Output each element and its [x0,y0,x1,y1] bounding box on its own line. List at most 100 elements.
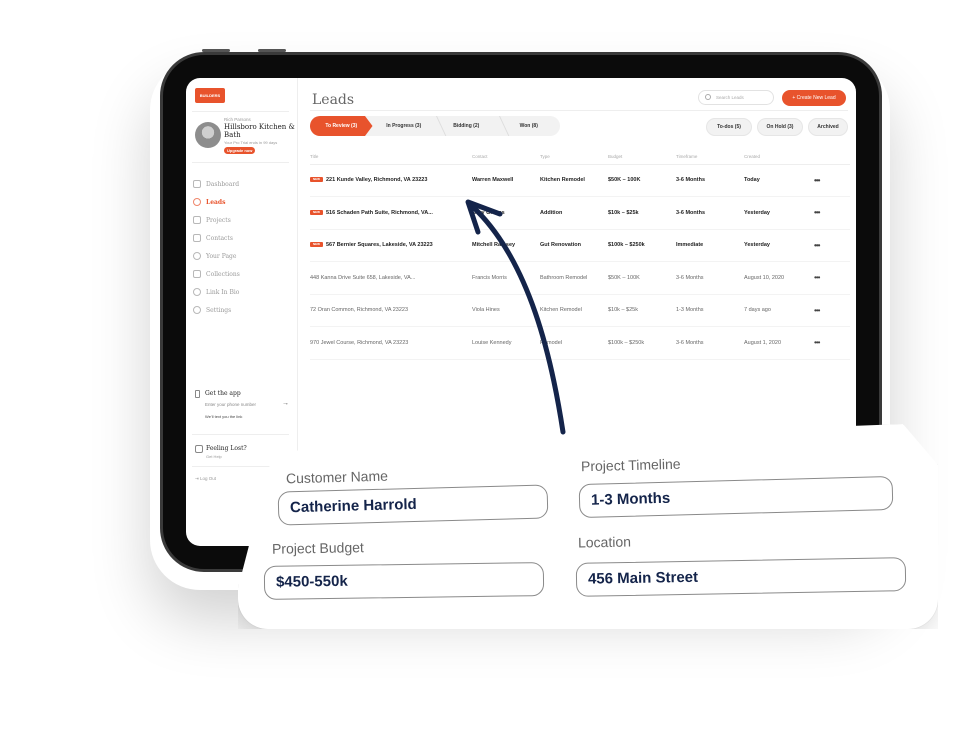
sidebar-item-dashboard[interactable]: Dashboard [193,175,240,193]
cell-budget: $50K – 100K [608,261,676,295]
sidebar-item-settings[interactable]: Settings [193,301,240,319]
divider [192,111,289,112]
column-header-type[interactable]: Type [540,150,608,165]
brand-logo[interactable]: BUILDERS [195,88,225,103]
cell-created: 7 days ago [744,294,814,327]
pipeline-tabs: To Review (3) In Progress (3) Bidding (2… [310,116,560,136]
cell-text: Louise Kennedy [472,339,512,346]
sidebar-item-projects[interactable]: Projects [193,211,240,229]
todos-filter-button[interactable]: To-dos (5) [706,118,752,136]
cell-text: Gary Graves [472,209,505,216]
row-actions: ••• [814,294,850,327]
tab-bidding[interactable]: Bidding (2) [435,116,509,136]
tab-in-progress[interactable]: In Progress (3) [373,116,447,136]
cell-text[interactable]: 516 Schaden Path Suite, Richmond, VA... [326,210,433,216]
get-app-title: Get the app [205,390,241,397]
search-icon [705,94,711,100]
cell-text: Kitchen Remodel [540,307,582,314]
page-title: Leads [312,92,355,108]
phone-number-input[interactable]: Enter your phone number [205,402,256,407]
table-row[interactable]: 448 Kanna Drive Suite 658, Lakeside, VA.… [310,261,850,295]
table-row[interactable]: 72 Oran Common, Richmond, VA 23223 Viola … [310,294,850,327]
table-row[interactable]: 970 Jewel Course, Richmond, VA 23223 Loui… [310,326,850,360]
cell-text[interactable]: 567 Bernier Squares, Lakeside, VA 23223 [326,242,433,248]
project-budget-field[interactable]: $450-550k [263,562,545,600]
column-header-created[interactable]: Created [744,150,814,165]
sidebar-item-contacts[interactable]: Contacts [193,229,240,247]
cell-text: Warren Maxwell [472,177,514,184]
cell-timeframe: 3-6 Months [676,164,744,197]
search-input[interactable]: Search Leads [698,90,774,105]
row-actions: ••• [814,326,850,360]
customer-name-field[interactable]: Catherine Harrold [277,484,549,526]
sidebar-item-label: Your Page [206,252,237,260]
divider [192,434,289,435]
more-options-icon[interactable]: ••• [814,241,820,250]
table-header: Title Contact Type Budget Timeframe Crea… [310,150,850,165]
avatar[interactable] [195,122,221,148]
cell-title: 72 Oran Common, Richmond, VA 23223 [310,294,472,327]
get-help-link[interactable]: Get Help [206,454,222,459]
divider [310,110,848,111]
column-header-budget[interactable]: Budget [608,150,676,165]
get-app-note: We'll text you the link [205,414,243,419]
tab-label: Bidding (2) [453,123,480,129]
upgrade-button[interactable]: Upgrade now [224,147,256,154]
cell-text[interactable]: 448 Kanna Drive Suite 658, Lakeside, VA.… [310,275,415,281]
cell-text: 3-6 Months [676,209,706,216]
column-header-contact[interactable]: Contact [472,150,540,165]
cell-title: NEW 516 Schaden Path Suite, Richmond, VA.… [310,196,472,230]
archived-filter-button[interactable]: Archived [808,118,848,136]
cell-title: NEW 221 Kunde Valley, Richmond, VA 23223 [310,164,472,197]
cell-budget: $100k – $250k [608,326,676,360]
projects-icon [193,216,201,224]
cell-text[interactable]: 72 Oran Common, Richmond, VA 23223 [310,307,408,313]
send-arrow-icon[interactable]: → [282,400,289,407]
cell-text: $50K – 100K [608,274,640,281]
project-timeline-field[interactable]: 1-3 Months [578,475,894,519]
target-icon [193,198,201,206]
cell-type: Bathroom Remodel [540,261,608,295]
logout-button[interactable]: ⇥ Log Out [195,476,216,482]
more-options-icon[interactable]: ••• [814,208,820,217]
cell-type: Gut Renovation [540,229,608,262]
logout-label: Log Out [200,476,217,481]
sidebar-item-label: Leads [206,198,226,206]
more-options-icon[interactable]: ••• [814,176,820,185]
more-options-icon[interactable]: ••• [814,273,820,282]
table-row[interactable]: NEW 221 Kunde Valley, Richmond, VA 23223 W… [310,164,850,197]
cell-text: Yesterday [744,242,770,249]
help-icon [195,445,203,453]
cell-timeframe: 3-6 Months [676,261,744,295]
cell-text[interactable]: 221 Kunde Valley, Richmond, VA 23223 [326,177,427,183]
more-options-icon[interactable]: ••• [814,306,820,315]
cell-type: Addition [540,196,608,230]
table-row[interactable]: NEW 516 Schaden Path Suite, Richmond, VA.… [310,196,850,230]
cell-budget: $10k – $25k [608,294,676,327]
tab-to-review[interactable]: To Review (3) [310,116,373,136]
help-title: Feeling Lost? [206,445,247,452]
create-new-lead-button[interactable]: + Create New Lead [782,90,846,106]
tab-won[interactable]: Won (8) [498,116,561,136]
cell-text: Bathroom Remodel [540,274,588,281]
new-badge: NEW [310,177,323,183]
cell-timeframe: Immediate [676,229,744,262]
sidebar-item-your-page[interactable]: Your Page [193,247,240,265]
leads-table: Title Contact Type Budget Timeframe Crea… [310,150,850,360]
more-options-icon[interactable]: ••• [814,338,820,347]
column-header-timeframe[interactable]: Timeframe [676,150,744,165]
column-header-title[interactable]: Title [310,150,472,165]
cell-timeframe: 3-6 Months [676,196,744,230]
cell-contact: Viola Hines [472,294,540,327]
on-hold-filter-button[interactable]: On Hold (3) [757,118,803,136]
new-badge: NEW [310,242,323,248]
chart-icon [193,180,201,188]
table-row[interactable]: NEW 567 Bernier Squares, Lakeside, VA 232… [310,229,850,262]
sidebar-item-leads[interactable]: Leads [193,193,240,211]
location-field[interactable]: 456 Main Street [575,557,907,597]
cell-text[interactable]: 970 Jewel Course, Richmond, VA 23223 [310,340,408,346]
cell-created: August 10, 2020 [744,261,814,295]
sidebar-item-link-in-bio[interactable]: Link In Bio [193,283,240,301]
sidebar-item-collections[interactable]: Collections [193,265,240,283]
project-budget-label: Project Budget [271,539,364,557]
